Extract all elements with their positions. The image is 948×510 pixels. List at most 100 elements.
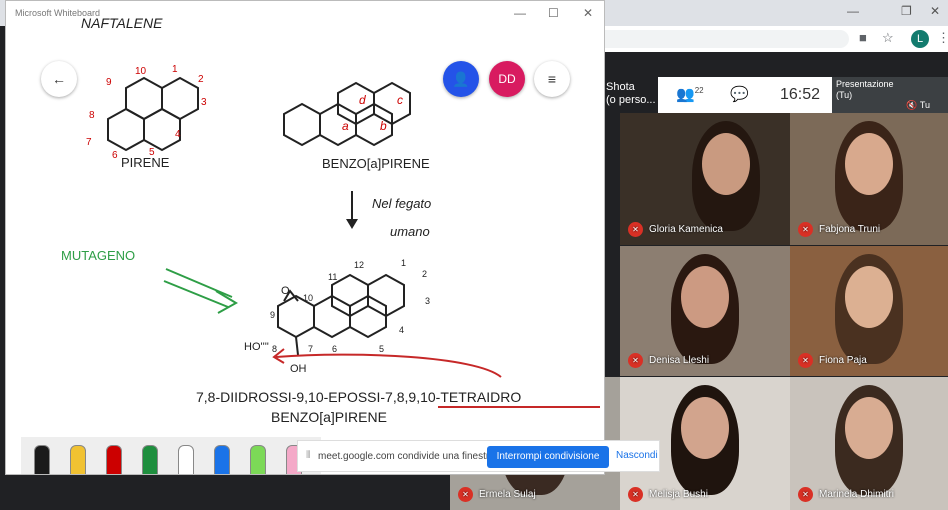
mic-off-icon: ✕	[628, 222, 643, 237]
svg-text:9: 9	[270, 310, 275, 320]
browser-minimize-button[interactable]: —	[847, 4, 859, 18]
participant-name-label: ✕ Denisa Lleshi	[628, 353, 709, 368]
pen-tool[interactable]	[214, 445, 230, 474]
svg-text:d: d	[359, 93, 366, 107]
camera-icon[interactable]: ■	[859, 30, 867, 45]
participant-name-label: ✕ Fiona Paja	[798, 353, 867, 368]
product-name-line1: 7,8-DIIDROSSI-9,10-EPOSSI-7,8,9,10-TETRA…	[196, 389, 521, 405]
svg-text:5: 5	[379, 344, 384, 354]
browser-toolbar: ■ ☆ ⋮	[604, 26, 948, 53]
svg-text:9: 9	[106, 77, 112, 88]
svg-text:4: 4	[399, 325, 404, 335]
participant-name-label: ✕ Gloria Kamenica	[628, 222, 723, 237]
pen-tool[interactable]	[70, 445, 86, 474]
participant-name-label: ✕ Melisja Bushi	[628, 487, 708, 502]
svg-text:4: 4	[175, 129, 181, 140]
participant-face	[845, 133, 893, 195]
participant-face	[681, 397, 729, 459]
people-icon[interactable]: 👥22	[676, 85, 704, 103]
mic-off-icon: ✕	[798, 222, 813, 237]
svg-text:2: 2	[422, 269, 427, 279]
hydroxy-label-1: HO''''	[244, 341, 269, 353]
meet-top-bar: Shota (o perso... 👥22 💬 16:52 Presentazi…	[604, 77, 948, 113]
mic-off-icon: ✕	[798, 353, 813, 368]
pyrene-label: PIRENE	[121, 155, 170, 170]
address-bar[interactable]	[604, 30, 849, 48]
svg-text:1: 1	[172, 64, 178, 75]
svg-text:7: 7	[86, 137, 92, 148]
svg-text:10: 10	[135, 66, 147, 77]
epoxide-structure	[277, 273, 405, 356]
hydroxy-label-2: OH	[290, 363, 307, 375]
participant-tile[interactable]: ✕ Fiona Paja	[790, 246, 948, 376]
hamburger-menu-icon: ≡	[547, 71, 557, 87]
cropped-heading: NAFTALENE	[81, 15, 163, 31]
svg-text:1: 1	[401, 258, 406, 268]
svg-text:8: 8	[272, 344, 277, 354]
menu-button[interactable]: ≡	[534, 61, 570, 97]
taskbar-area	[0, 475, 450, 510]
browser-close-button[interactable]: ✕	[930, 4, 940, 18]
mic-off-icon: ✕	[798, 487, 813, 502]
svg-text:b: b	[380, 119, 387, 133]
epoxide-oxygen: O	[281, 285, 290, 297]
participant-face	[681, 266, 729, 328]
svg-text:6: 6	[332, 344, 337, 354]
user-avatar-button[interactable]: DD	[489, 61, 525, 97]
presentation-tile[interactable]: Presentazione (Tu) 🔇 Tu	[832, 77, 948, 113]
pen-tool[interactable]	[178, 445, 194, 474]
bookmark-star-icon[interactable]: ☆	[882, 30, 894, 46]
svg-text:12: 12	[354, 260, 364, 270]
participant-face	[845, 266, 893, 328]
stop-sharing-button[interactable]: Interrompi condivisione	[487, 446, 609, 468]
participant-name-label: ✕ Ermela Sulaj	[458, 487, 536, 502]
participant-name-label: ✕ Marinela Dhimitri	[798, 487, 894, 502]
chat-icon[interactable]: 💬	[730, 85, 749, 103]
svg-text:8: 8	[89, 110, 95, 121]
add-person-icon: 👤	[452, 71, 470, 87]
back-button[interactable]: ←	[41, 61, 77, 97]
svg-text:3: 3	[201, 97, 207, 108]
browser-restore-button[interactable]: ❐	[901, 4, 912, 18]
more-menu-icon[interactable]: ⋮	[937, 30, 948, 46]
whiteboard-window: Microsoft Whiteboard — ☐ ✕ NAFTALENE 10 …	[5, 0, 605, 475]
presenter-tile: Shota (o perso...	[604, 77, 658, 113]
hide-banner-button[interactable]: Nascondi	[616, 450, 658, 461]
participant-face	[845, 397, 893, 459]
svg-text:3: 3	[425, 296, 430, 306]
benzopyrene-label: BENZO[a]PIRENE	[322, 156, 430, 171]
pen-tool[interactable]	[106, 445, 122, 474]
pen-tool[interactable]	[142, 445, 158, 474]
mic-off-icon: 🔇	[906, 100, 918, 110]
svg-text:a: a	[342, 119, 349, 133]
drag-handle-icon[interactable]: ⦀	[306, 450, 310, 461]
mic-off-icon: ✕	[458, 487, 473, 502]
svg-text:2: 2	[198, 74, 204, 85]
metabolism-arrow	[346, 191, 358, 229]
participant-tile[interactable]: ✕ Fabjona Truni	[790, 113, 948, 245]
mic-off-icon: ✕	[628, 353, 643, 368]
svg-text:6: 6	[112, 150, 118, 161]
profile-avatar[interactable]: L	[911, 30, 929, 48]
back-arrow-icon: ←	[52, 71, 66, 87]
participant-face	[702, 133, 750, 195]
svg-text:10: 10	[303, 293, 313, 303]
pen-tray	[21, 437, 321, 474]
pyrene-structure	[107, 76, 199, 152]
meet-header-area	[604, 52, 948, 77]
svg-text:c: c	[397, 93, 403, 107]
invite-button[interactable]: 👤	[443, 61, 479, 97]
metabolism-note-line2: umano	[390, 224, 430, 239]
meeting-clock: 16:52	[780, 86, 821, 103]
pen-tool[interactable]	[34, 445, 50, 474]
benzopyrene-ring-labels: a b c d	[342, 93, 403, 133]
pen-tool[interactable]	[250, 445, 266, 474]
svg-text:7: 7	[308, 344, 313, 354]
svg-text:11: 11	[328, 272, 337, 282]
product-name-line2: BENZO[a]PIRENE	[271, 409, 387, 425]
share-message: meet.google.com condivide una finestra.	[318, 451, 498, 462]
participant-tile[interactable]: ✕ Denisa Lleshi	[620, 246, 790, 376]
mutagen-label: MUTAGENO	[61, 248, 135, 263]
mutagen-arrow	[163, 268, 238, 314]
participant-tile[interactable]: ✕ Marinela Dhimitri	[790, 377, 948, 510]
